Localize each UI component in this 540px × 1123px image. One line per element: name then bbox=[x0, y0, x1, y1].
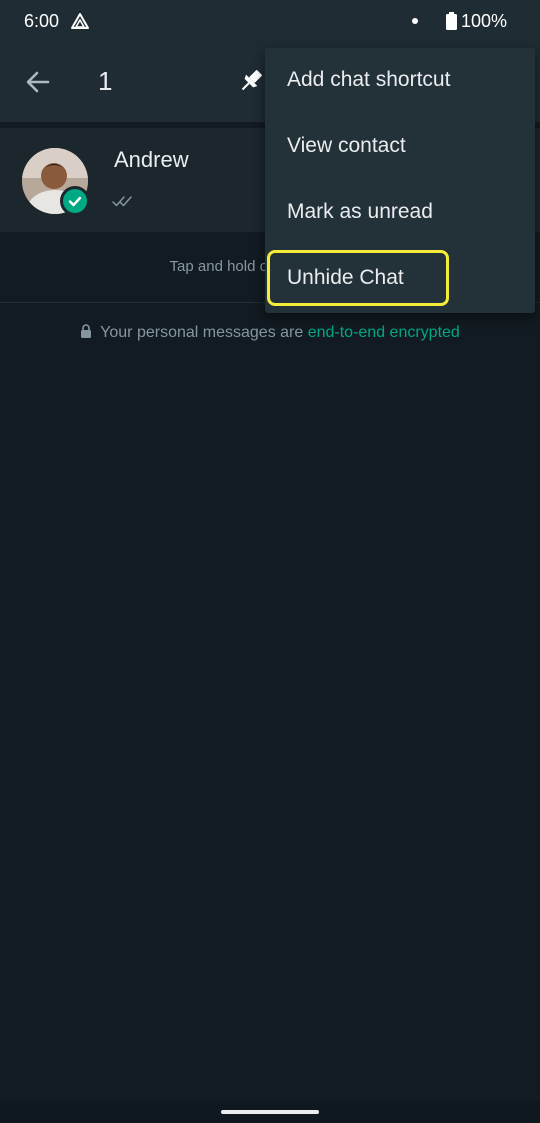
overflow-menu: Add chat shortcut View contact Mark as u… bbox=[265, 48, 535, 313]
status-bar: 6:00 100% bbox=[0, 0, 540, 44]
encryption-text: Your personal messages are bbox=[100, 324, 308, 341]
notification-dot bbox=[412, 18, 418, 24]
menu-item-unhide-chat[interactable]: Unhide Chat bbox=[265, 246, 535, 312]
encryption-link[interactable]: end-to-end encrypted bbox=[308, 324, 460, 341]
check-badge-icon bbox=[60, 186, 90, 216]
drive-icon bbox=[71, 13, 89, 29]
encryption-notice: Your personal messages are end-to-end en… bbox=[0, 324, 540, 342]
selected-count: 1 bbox=[98, 66, 113, 96]
status-time: 6:00 bbox=[24, 11, 60, 31]
navigation-bar bbox=[0, 1101, 540, 1123]
menu-item-label: View contact bbox=[287, 134, 406, 157]
battery-percentage: 100% bbox=[461, 11, 508, 31]
menu-item-mark-as-unread[interactable]: Mark as unread bbox=[265, 180, 535, 246]
pin-icon[interactable] bbox=[236, 66, 266, 96]
contact-name: Andrew bbox=[114, 147, 189, 172]
menu-item-add-chat-shortcut[interactable]: Add chat shortcut bbox=[265, 48, 535, 114]
home-gesture-handle[interactable] bbox=[221, 1110, 319, 1114]
menu-item-label: Unhide Chat bbox=[287, 266, 404, 289]
menu-item-view-contact[interactable]: View contact bbox=[265, 114, 535, 180]
battery-icon bbox=[446, 12, 457, 30]
back-arrow-icon[interactable] bbox=[24, 68, 52, 96]
menu-item-label: Mark as unread bbox=[287, 200, 433, 223]
lock-icon bbox=[81, 324, 92, 338]
double-tick-icon bbox=[112, 196, 132, 207]
menu-item-label: Add chat shortcut bbox=[287, 68, 451, 91]
